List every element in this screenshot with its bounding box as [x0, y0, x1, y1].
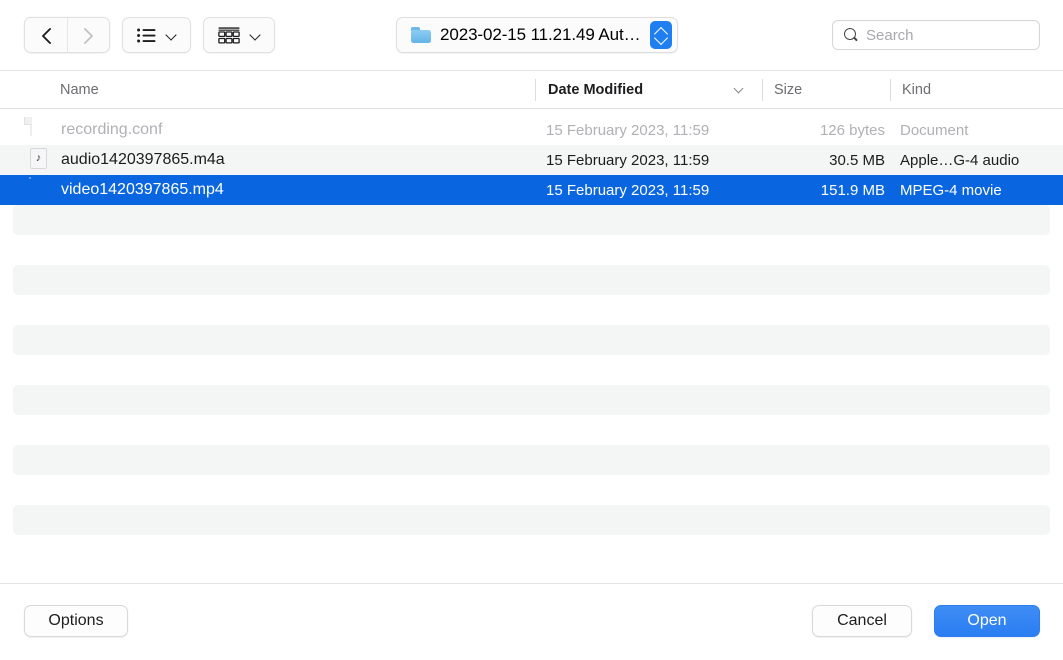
file-date-cell: 15 February 2023, 11:59: [546, 121, 710, 139]
cancel-button[interactable]: Cancel: [812, 605, 912, 637]
forward-button[interactable]: [67, 18, 109, 52]
up-down-chevron-icon[interactable]: [649, 21, 672, 49]
open-button[interactable]: Open: [934, 605, 1040, 637]
table-row[interactable]: video1420397865.mp4 15 February 2023, 11…: [0, 175, 1063, 205]
empty-row-stripe: [13, 445, 1050, 475]
navigation-segmented-control: [24, 17, 110, 53]
file-kind-cell: Apple…G-4 audio: [900, 151, 1020, 169]
file-size-cell: 126 bytes: [819, 121, 885, 139]
search-icon: [844, 28, 858, 42]
list-view-icon: [137, 28, 156, 42]
chevron-down-icon: [250, 30, 261, 41]
column-divider[interactable]: [890, 79, 891, 101]
column-header-kind[interactable]: Kind: [902, 71, 931, 109]
column-header-kind-label: Kind: [902, 82, 932, 98]
file-kind-cell: MPEG-4 movie: [900, 181, 1002, 199]
document-file-icon: [30, 117, 50, 142]
file-size-cell: 30.5 MB: [829, 151, 885, 169]
file-name-cell: video1420397865.mp4: [30, 178, 224, 202]
chevron-right-icon: [84, 28, 93, 44]
blue-folder-icon: [411, 27, 431, 43]
file-date-cell: 15 February 2023, 11:59: [546, 181, 710, 199]
file-list[interactable]: recording.conf 15 February 2023, 11:59 1…: [0, 109, 1063, 583]
video-file-icon: [30, 178, 50, 202]
file-open-dialog: 2023-02-15 11.21.49 Aut… Name Date Modif…: [0, 0, 1063, 660]
options-button[interactable]: Options: [24, 605, 128, 637]
back-button[interactable]: [25, 18, 67, 52]
file-date-cell: 15 February 2023, 11:59: [546, 151, 710, 169]
file-size-cell: 151.9 MB: [820, 181, 885, 199]
chevron-left-icon: [41, 28, 51, 44]
table-row[interactable]: ♪ audio1420397865.m4a 15 February 2023, …: [0, 145, 1063, 175]
column-header-date-modified-label: Date Modified: [548, 82, 644, 98]
file-kind-cell: Document: [900, 121, 969, 139]
table-row[interactable]: recording.conf 15 February 2023, 11:59 1…: [0, 115, 1063, 145]
column-divider[interactable]: [762, 79, 763, 101]
column-header-size[interactable]: Size: [774, 71, 802, 109]
current-folder-popup-button[interactable]: 2023-02-15 11.21.49 Aut…: [396, 17, 678, 53]
toolbar-left-group: [24, 17, 275, 53]
column-header-size-label: Size: [774, 82, 803, 98]
empty-row-stripe: [13, 505, 1050, 535]
arrange-by-button[interactable]: [203, 17, 275, 53]
file-name-label: video1420397865.mp4: [61, 181, 224, 198]
view-mode-button[interactable]: [122, 17, 191, 53]
toolbar: 2023-02-15 11.21.49 Aut…: [0, 0, 1063, 71]
audio-file-icon: ♪: [30, 148, 50, 172]
file-name-cell: recording.conf: [30, 117, 163, 142]
column-header-name-label: Name: [60, 82, 99, 98]
empty-row-stripe: [13, 325, 1050, 355]
chevron-down-icon: [735, 85, 745, 95]
chevron-down-icon: [166, 30, 177, 41]
column-header-row: Name Date Modified Size Kind: [0, 71, 1063, 109]
dialog-button-bar: Options Cancel Open: [0, 583, 1063, 660]
column-divider[interactable]: [535, 79, 536, 101]
column-header-date-modified[interactable]: Date Modified: [548, 71, 745, 109]
current-folder-label: 2023-02-15 11.21.49 Aut…: [440, 25, 641, 44]
search-field[interactable]: [832, 20, 1040, 50]
empty-row-stripe: [13, 385, 1050, 415]
arrange-grid-icon: [218, 26, 240, 44]
file-name-label: recording.conf: [61, 121, 163, 138]
file-name-cell: ♪ audio1420397865.m4a: [30, 148, 225, 172]
search-input[interactable]: [866, 26, 1031, 44]
column-header-name[interactable]: Name: [60, 71, 99, 109]
file-name-label: audio1420397865.m4a: [61, 151, 225, 168]
empty-row-stripe: [13, 205, 1050, 235]
empty-row-stripe: [13, 265, 1050, 295]
